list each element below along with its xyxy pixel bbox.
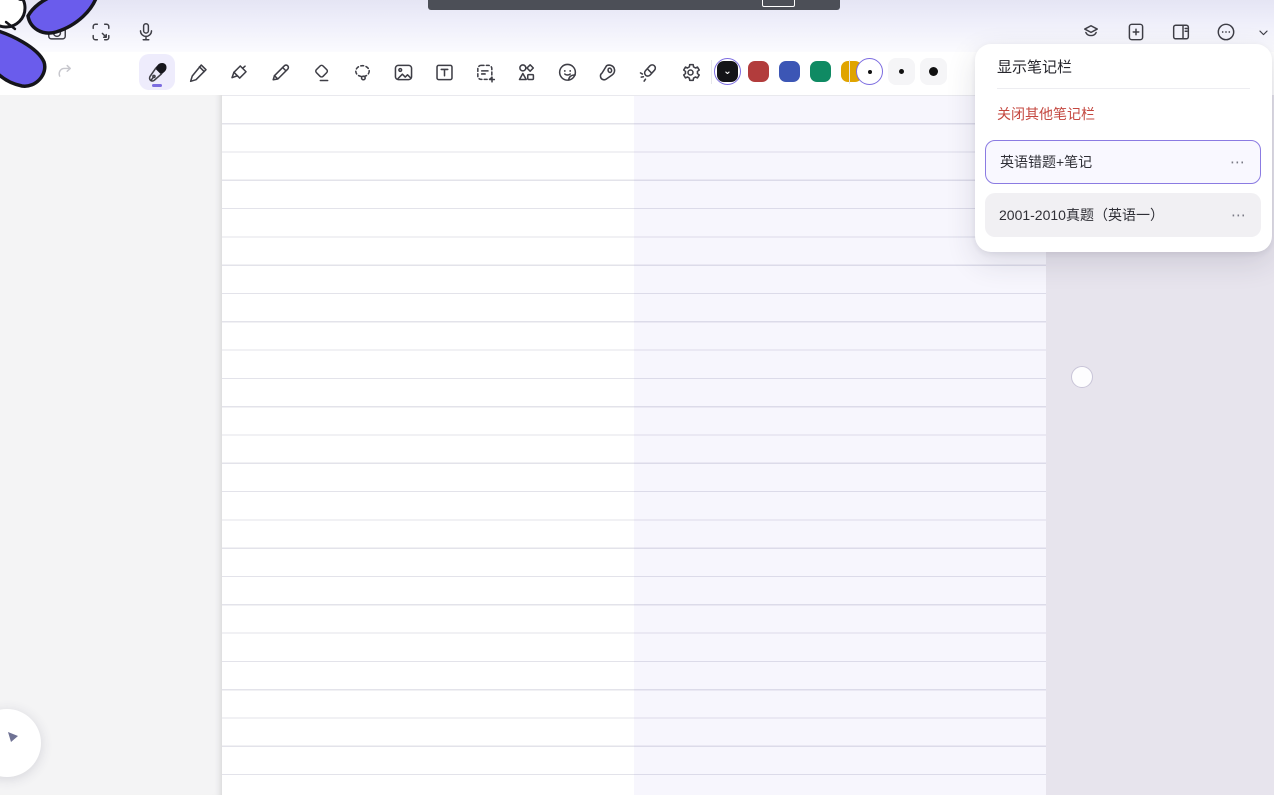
panel-divider	[997, 88, 1250, 89]
note-paper-canvas[interactable]	[222, 95, 1046, 795]
redo-button[interactable]	[51, 58, 79, 86]
notebar-item-more-button[interactable]: ⋯	[1231, 206, 1247, 224]
tool-shapes[interactable]	[508, 54, 544, 90]
swatch-chevron-icon: ⌄	[717, 61, 738, 82]
stroke-size-0[interactable]	[856, 58, 883, 85]
more-menu-button[interactable]	[1212, 18, 1240, 46]
tool-highlighter[interactable]	[221, 54, 257, 90]
app-window: ⌄ 显示笔记栏 关闭其他笔记栏 英语错题+笔记 ⋯ 2001-2010真题（英语…	[0, 0, 1274, 795]
notebar-dropdown-panel: 显示笔记栏 关闭其他笔记栏 英语错题+笔记 ⋯ 2001-2010真题（英语一）…	[975, 44, 1272, 252]
notebar-item-label: 2001-2010真题（英语一）	[999, 205, 1231, 225]
layers-button[interactable]	[1077, 18, 1105, 46]
notebar-item-more-button[interactable]: ⋯	[1230, 153, 1246, 171]
tool-eraser[interactable]	[303, 54, 339, 90]
tool-group	[139, 54, 708, 90]
tool-laser-pointer[interactable]	[631, 54, 667, 90]
stroke-size-group	[856, 58, 947, 85]
camera-button[interactable]	[43, 18, 71, 46]
toolbar-divider-2	[849, 60, 850, 84]
color-swatch-1[interactable]	[745, 58, 772, 85]
tool-settings[interactable]	[672, 54, 708, 90]
color-swatch-3[interactable]	[807, 58, 834, 85]
notebar-resize-handle[interactable]	[1071, 366, 1093, 388]
notebar-item-selected[interactable]: 英语错题+笔记 ⋯	[985, 140, 1261, 184]
camera-cutout-frame	[762, 0, 795, 7]
panel-title: 显示笔记栏	[997, 56, 1072, 80]
tool-fountain-pen[interactable]	[139, 54, 175, 90]
tool-tape[interactable]	[590, 54, 626, 90]
color-swatch-0[interactable]: ⌄	[714, 58, 741, 85]
tool-pencil[interactable]	[262, 54, 298, 90]
color-palette: ⌄	[714, 58, 865, 85]
fab-arrow-icon	[7, 731, 19, 743]
stroke-size-1[interactable]	[888, 58, 915, 85]
screenshot-crop-button[interactable]	[87, 18, 115, 46]
notebar-item-label: 英语错题+笔记	[1000, 152, 1230, 172]
side-panel-button[interactable]	[1167, 18, 1195, 46]
tool-sticker[interactable]	[549, 54, 585, 90]
tool-insert-card[interactable]	[467, 54, 503, 90]
canvas-left-margin	[0, 95, 222, 795]
close-other-notebars-action[interactable]: 关闭其他笔记栏	[997, 102, 1095, 126]
color-swatch-2[interactable]	[776, 58, 803, 85]
tool-image[interactable]	[385, 54, 421, 90]
notebar-item[interactable]: 2001-2010真题（英语一） ⋯	[985, 193, 1261, 237]
tool-text[interactable]	[426, 54, 462, 90]
stroke-size-2[interactable]	[920, 58, 947, 85]
status-notch-bar	[428, 0, 840, 10]
collapse-toolbar-chevron[interactable]	[1253, 22, 1273, 42]
tool-ballpoint-pen[interactable]	[180, 54, 216, 90]
microphone-button[interactable]	[132, 18, 160, 46]
toolbar-divider	[711, 60, 712, 84]
tool-lasso[interactable]	[344, 54, 380, 90]
add-page-button[interactable]	[1122, 18, 1150, 46]
